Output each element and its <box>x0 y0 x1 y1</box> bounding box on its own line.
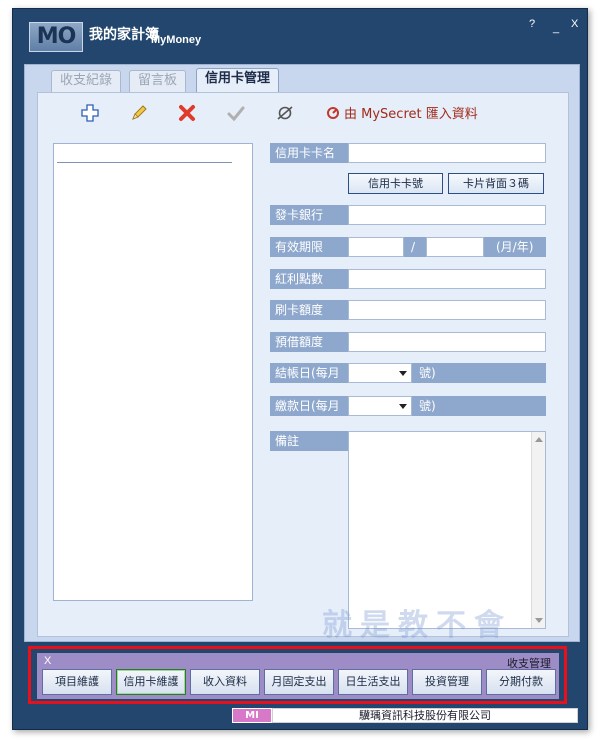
app-title: 我的家計簿 <box>89 27 159 43</box>
expiry-month-input[interactable] <box>348 237 404 257</box>
item-maintenance-button[interactable]: 項目維護 <box>42 669 112 695</box>
bottom-close-button[interactable]: X <box>44 655 51 667</box>
bank-input[interactable] <box>348 205 546 225</box>
add-icon[interactable] <box>80 103 100 123</box>
import-label: 由 MySecret 匯入資料 <box>344 107 478 122</box>
list-header-line <box>57 162 232 163</box>
tab-credit-card[interactable]: 信用卡管理 <box>196 68 280 92</box>
daily-expense-button[interactable]: 日生活支出 <box>338 669 408 695</box>
memo-label: 備註 <box>270 431 348 451</box>
main-panel: 收支紀錄 留言板 信用卡管理 由 MySecret 匯入資料 信用卡卡名 信用卡… <box>24 64 580 642</box>
card-name-input[interactable] <box>348 143 546 163</box>
credit-limit-label: 刷卡額度 <box>270 300 348 320</box>
expiry-separator: / <box>411 240 416 254</box>
points-label: 紅利點數 <box>270 269 348 289</box>
cash-limit-input[interactable] <box>348 332 546 352</box>
scroll-down-icon[interactable] <box>535 618 543 623</box>
bank-label: 發卡銀行 <box>270 205 348 225</box>
cash-limit-label: 預借額度 <box>270 332 348 352</box>
bottom-toolbar: X 收支管理 項目維護 信用卡維護 收入資料 月固定支出 日生活支出 投資管理 … <box>37 653 559 699</box>
app-subtitle: MyMoney <box>151 34 202 46</box>
watermark: 就是教不會 <box>322 608 512 643</box>
minimize-button[interactable]: _ <box>553 22 559 34</box>
card-back-code-button[interactable]: 卡片背面３碼 <box>448 173 544 194</box>
billing-day-suffix: 號) <box>419 366 436 380</box>
title-bar[interactable]: MO 我的家計簿 MyMoney ? _ X <box>13 9 587 61</box>
chevron-down-icon <box>399 404 407 409</box>
credit-card-page: 由 MySecret 匯入資料 信用卡卡名 信用卡卡號 卡片背面３碼 發卡銀行 … <box>37 92 569 637</box>
import-mysecret-button[interactable]: 由 MySecret 匯入資料 <box>326 103 478 122</box>
installment-button[interactable]: 分期付款 <box>486 669 556 695</box>
chevron-down-icon <box>399 371 407 376</box>
tab-message-board[interactable]: 留言板 <box>129 70 187 92</box>
expiry-label: 有效期限 <box>270 237 348 257</box>
card-name-label: 信用卡卡名 <box>270 143 348 163</box>
close-button[interactable]: X <box>571 18 578 30</box>
payment-day-select[interactable] <box>348 396 412 416</box>
delete-icon[interactable] <box>177 103 197 123</box>
monthly-fixed-expense-button[interactable]: 月固定支出 <box>264 669 334 695</box>
expiry-unit: (月/年) <box>496 240 534 254</box>
income-data-button[interactable]: 收入資料 <box>190 669 260 695</box>
cancel-icon[interactable] <box>275 103 295 123</box>
billing-day-label: 結帳日(每月 <box>270 363 348 383</box>
billing-day-select[interactable] <box>348 363 412 383</box>
expiry-year-input[interactable] <box>426 237 484 257</box>
scroll-up-icon[interactable] <box>535 437 543 442</box>
points-input[interactable] <box>348 269 546 289</box>
credit-limit-input[interactable] <box>348 300 546 320</box>
confirm-icon[interactable] <box>226 103 246 123</box>
edit-icon[interactable] <box>129 103 149 123</box>
import-icon <box>327 106 339 119</box>
investment-button[interactable]: 投資管理 <box>412 669 482 695</box>
credit-card-maintenance-button[interactable]: 信用卡維護 <box>116 669 186 695</box>
payment-day-suffix: 號) <box>419 399 436 413</box>
card-number-button[interactable]: 信用卡卡號 <box>348 173 443 194</box>
tab-income-expense[interactable]: 收支紀錄 <box>51 70 122 92</box>
memo-scrollbar[interactable] <box>531 432 545 628</box>
card-list[interactable] <box>53 143 253 601</box>
app-logo: MO <box>29 22 83 52</box>
company-logo: MI <box>232 708 272 723</box>
help-button[interactable]: ? <box>529 18 535 30</box>
company-name: 驥瑀資訊科技股份有限公司 <box>272 708 578 723</box>
payment-day-label: 繳款日(每月 <box>270 396 348 416</box>
